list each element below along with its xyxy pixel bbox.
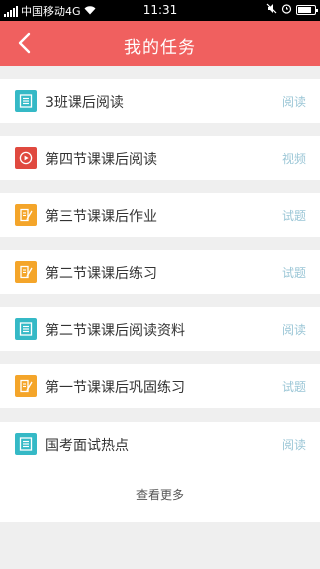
reading-icon bbox=[15, 318, 37, 340]
quiz-icon bbox=[15, 204, 37, 226]
task-item[interactable]: 第二节课课后练习 试题 bbox=[0, 250, 320, 294]
more-section: 国考面试热点 阅读 查看更多 bbox=[0, 422, 320, 522]
task-list: 3班课后阅读 阅读 第四节课课后阅读 视频 第三节课课后作业 试题 第二节课课后练习 试题 第二… bbox=[0, 79, 320, 421]
task-title: 3班课后阅读 bbox=[45, 95, 124, 111]
task-type-label: 阅读 bbox=[281, 95, 306, 109]
view-more-button[interactable]: 查看更多 bbox=[0, 486, 320, 503]
video-icon bbox=[15, 147, 37, 169]
quiz-icon bbox=[15, 261, 37, 283]
reading-icon bbox=[15, 433, 37, 455]
task-type-label: 试题 bbox=[281, 380, 306, 394]
app-header: 我的任务 bbox=[0, 21, 320, 66]
task-item[interactable]: 3班课后阅读 阅读 bbox=[0, 79, 320, 123]
task-title: 国考面试热点 bbox=[45, 438, 129, 454]
alarm-icon bbox=[281, 3, 292, 17]
task-title: 第三节课课后作业 bbox=[45, 209, 157, 225]
task-item[interactable]: 第一节课课后巩固练习 试题 bbox=[0, 364, 320, 408]
task-item[interactable]: 第四节课课后阅读 视频 bbox=[0, 136, 320, 180]
task-title: 第四节课课后阅读 bbox=[45, 152, 157, 168]
task-item[interactable]: 国考面试热点 阅读 bbox=[0, 422, 320, 466]
task-type-label: 阅读 bbox=[281, 323, 306, 337]
task-title: 第二节课课后阅读资料 bbox=[45, 323, 185, 339]
status-bar: 中国移动4G 11:31 bbox=[0, 0, 320, 21]
quiz-icon bbox=[15, 375, 37, 397]
task-type-label: 试题 bbox=[281, 266, 306, 280]
battery-icon bbox=[296, 5, 318, 15]
task-type-label: 视频 bbox=[281, 152, 306, 166]
task-type-label: 阅读 bbox=[281, 438, 306, 452]
mute-icon bbox=[266, 3, 277, 17]
page-title: 我的任务 bbox=[124, 38, 196, 58]
reading-icon bbox=[15, 90, 37, 112]
task-item[interactable]: 第二节课课后阅读资料 阅读 bbox=[0, 307, 320, 351]
task-item[interactable]: 第三节课课后作业 试题 bbox=[0, 193, 320, 237]
task-type-label: 试题 bbox=[281, 209, 306, 223]
task-title: 第一节课课后巩固练习 bbox=[45, 380, 185, 396]
task-title: 第二节课课后练习 bbox=[45, 266, 157, 282]
